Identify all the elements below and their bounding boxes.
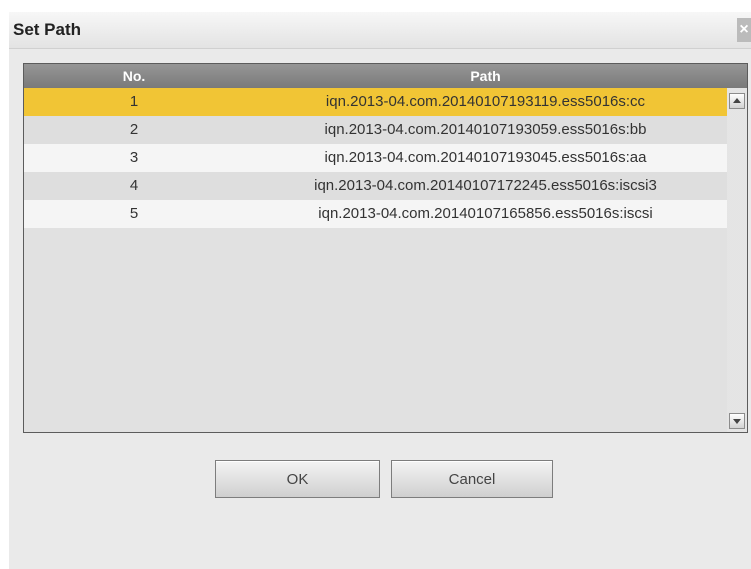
row-path: iqn.2013-04.com.20140107172245.ess5016s:… — [314, 177, 657, 194]
scroll-down-arrow-icon[interactable] — [729, 413, 745, 429]
table-row[interactable]: 5 iqn.2013-04.com.20140107165856.ess5016… — [24, 200, 727, 228]
table-row[interactable]: 2 iqn.2013-04.com.20140107193059.ess5016… — [24, 116, 727, 144]
column-header-path[interactable]: Path — [244, 64, 727, 88]
table-row[interactable]: 4 iqn.2013-04.com.20140107172245.ess5016… — [24, 172, 727, 200]
set-path-dialog: Set Path × No. Path 1 iqn.2013-04.com.20… — [9, 12, 751, 569]
column-header-no[interactable]: No. — [24, 64, 244, 88]
ok-button[interactable]: OK — [215, 460, 380, 498]
row-path: iqn.2013-04.com.20140107193059.ess5016s:… — [324, 121, 647, 138]
row-number: 1 — [129, 93, 139, 110]
row-path: iqn.2013-04.com.20140107165856.ess5016s:… — [318, 205, 653, 222]
table-row[interactable]: 3 iqn.2013-04.com.20140107193045.ess5016… — [24, 144, 727, 172]
row-number: 5 — [129, 205, 139, 222]
vertical-scrollbar[interactable] — [727, 88, 747, 432]
list-header: No. Path — [24, 64, 747, 88]
row-number: 2 — [129, 121, 139, 138]
row-number: 3 — [129, 149, 139, 166]
close-icon[interactable]: × — [737, 18, 751, 42]
path-list: No. Path 1 iqn.2013-04.com.2014010719311… — [23, 63, 748, 433]
row-path: iqn.2013-04.com.20140107193119.ess5016s:… — [325, 93, 646, 110]
cancel-button[interactable]: Cancel — [391, 460, 553, 498]
dialog-titlebar: Set Path × — [9, 12, 751, 49]
table-row[interactable]: 1 iqn.2013-04.com.20140107193119.ess5016… — [24, 88, 727, 116]
dialog-title: Set Path — [13, 20, 82, 39]
row-number: 4 — [129, 177, 139, 194]
scroll-up-arrow-icon[interactable] — [729, 93, 745, 109]
list-rows: 1 iqn.2013-04.com.20140107193119.ess5016… — [24, 88, 727, 228]
row-path: iqn.2013-04.com.20140107193045.ess5016s:… — [324, 149, 647, 166]
